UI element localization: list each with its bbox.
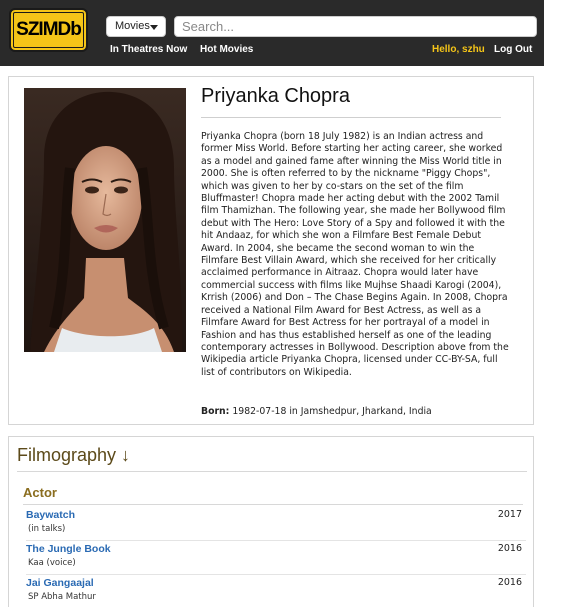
film-entry: Baywatch (in talks) 2017 — [26, 509, 526, 539]
portrait-photo-icon — [24, 88, 186, 352]
film-role: Kaa (voice) — [28, 558, 76, 568]
person-name: Priyanka Chopra — [201, 85, 350, 107]
actor-section-heading: Actor — [23, 485, 57, 500]
film-title-link[interactable]: Baywatch — [26, 509, 75, 521]
logout-link[interactable]: Log Out — [494, 44, 532, 55]
entry-divider — [26, 574, 526, 575]
filmography-toggle[interactable]: Filmography ↓ — [17, 445, 130, 466]
film-role: SP Abha Mathur — [28, 592, 96, 602]
nav-in-theatres[interactable]: In Theatres Now — [110, 44, 187, 55]
actor-divider — [23, 504, 523, 505]
film-role: (in talks) — [28, 524, 66, 534]
born-label: Born: — [201, 406, 230, 417]
top-header: SZIMDb Movies In Theatres Now Hot Movies… — [0, 0, 544, 66]
search-type-value: Movies — [115, 20, 150, 32]
film-entry: The Jungle Book Kaa (voice) 2016 — [26, 543, 526, 573]
site-logo[interactable]: SZIMDb — [9, 8, 88, 52]
filmography-section: Filmography ↓ Actor Baywatch (in talks) … — [8, 436, 534, 607]
born-value: 1982-07-18 in Jamshedpur, Jharkand, Indi… — [229, 406, 432, 417]
caret-down-icon — [150, 25, 158, 30]
nav-hot-movies[interactable]: Hot Movies — [200, 44, 253, 55]
film-title-link[interactable]: Jai Gangaajal — [26, 577, 94, 589]
search-type-select[interactable]: Movies — [106, 16, 166, 37]
user-greeting-link[interactable]: Hello, szhu — [432, 44, 485, 55]
film-title-link[interactable]: The Jungle Book — [26, 543, 111, 555]
search-input[interactable] — [174, 16, 537, 37]
film-year: 2016 — [497, 577, 522, 588]
logo-text: SZIMDb — [16, 19, 82, 40]
film-entry: Jai Gangaajal SP Abha Mathur 2016 — [26, 577, 526, 607]
filmography-divider — [17, 471, 527, 472]
person-card: Priyanka Chopra Priyanka Chopra (born 18… — [8, 76, 534, 425]
film-year: 2017 — [497, 509, 522, 520]
film-year: 2016 — [497, 543, 522, 554]
name-divider — [201, 117, 501, 118]
person-bio: Priyanka Chopra (born 18 July 1982) is a… — [201, 131, 509, 378]
person-photo — [24, 88, 186, 352]
entry-divider — [26, 540, 526, 541]
born-info: Born: 1982-07-18 in Jamshedpur, Jharkand… — [201, 406, 432, 417]
